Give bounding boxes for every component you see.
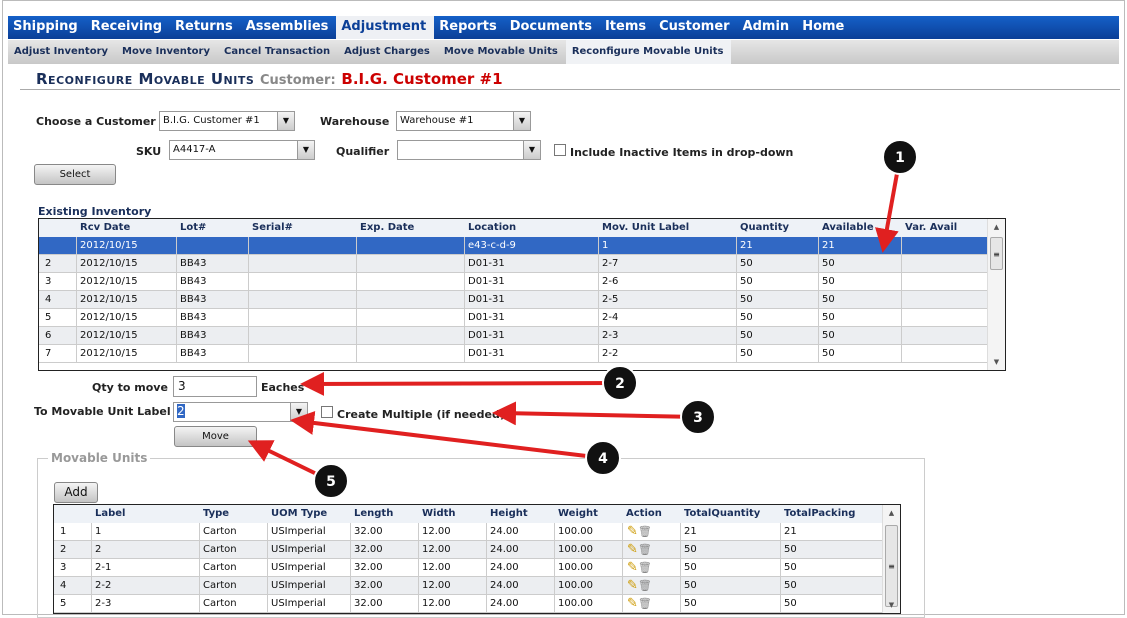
- annotation-number: 4: [598, 451, 608, 467]
- annotation-number: 1: [895, 150, 905, 166]
- annotation-arrow: [492, 401, 699, 426]
- annotation-number: 3: [693, 410, 703, 426]
- annotation-number: 2: [615, 376, 625, 392]
- annotation-arrow: [290, 411, 604, 460]
- annotation-number: 5: [326, 474, 336, 490]
- annotation-layer: 1 2 3 4 5: [247, 139, 918, 499]
- annotation-arrow: [300, 371, 621, 396]
